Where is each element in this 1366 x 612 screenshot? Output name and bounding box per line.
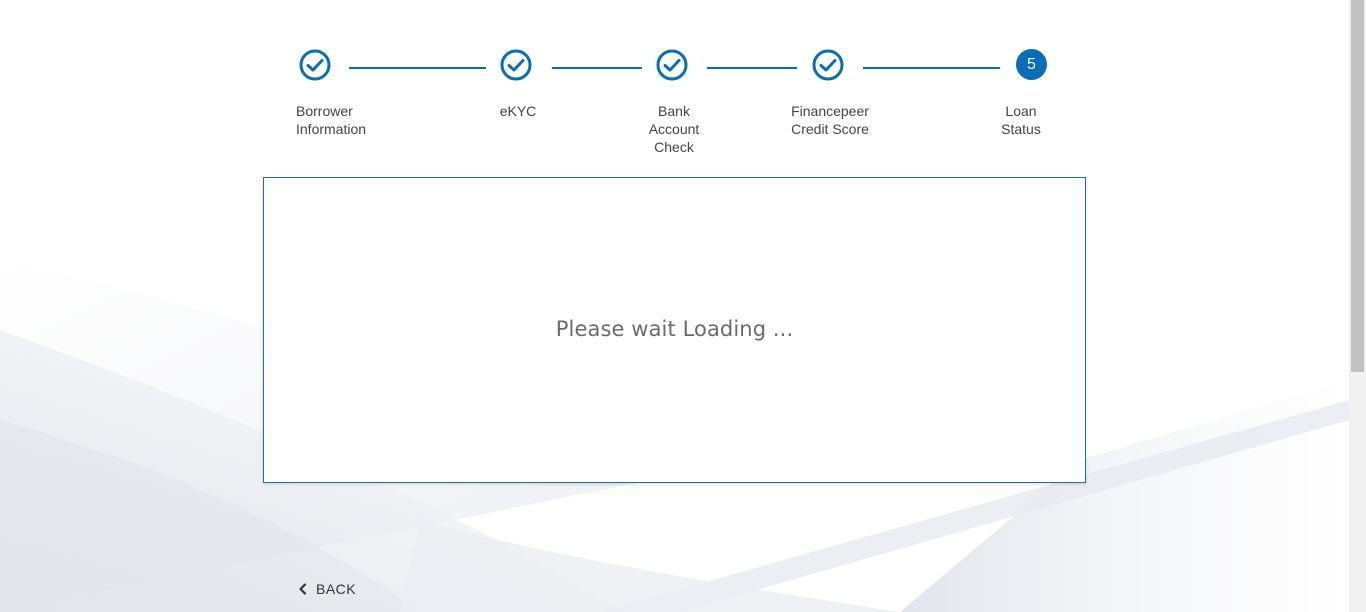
step-label-financepeer-credit-score: Financepeer Credit Score	[791, 103, 869, 137]
step-connector	[707, 67, 797, 69]
chevron-left-icon	[299, 583, 307, 595]
step-label-ekyc: eKYC	[499, 103, 537, 119]
step-label-bank-account-check: Bank Account Check	[648, 103, 700, 155]
scrollbar-thumb[interactable]	[1351, 0, 1364, 372]
check-circle-icon	[812, 49, 844, 81]
loading-card: Please wait Loading ...	[263, 177, 1086, 483]
step-ekyc	[499, 48, 533, 82]
step-borrower-information	[298, 48, 332, 82]
step-label-loan-status: Loan Status	[1001, 103, 1041, 137]
back-button[interactable]: BACK	[296, 578, 356, 600]
step-connector	[863, 67, 1000, 69]
vertical-scrollbar[interactable]	[1349, 0, 1366, 612]
check-circle-icon	[656, 49, 688, 81]
check-circle-icon	[500, 49, 532, 81]
loading-message: Please wait Loading ...	[555, 317, 794, 341]
back-button-label: BACK	[316, 581, 357, 597]
step-label-borrower-information: Borrower Information	[296, 103, 367, 137]
page: Borrower Information eKYC Bank Account C…	[0, 0, 1349, 612]
step-financepeer-credit-score	[811, 48, 845, 82]
step-connector	[552, 67, 642, 69]
step-bank-account-check	[655, 48, 689, 82]
step-number-loan-status: 5	[1016, 49, 1047, 80]
check-circle-icon	[299, 49, 331, 81]
step-connector	[349, 67, 486, 69]
